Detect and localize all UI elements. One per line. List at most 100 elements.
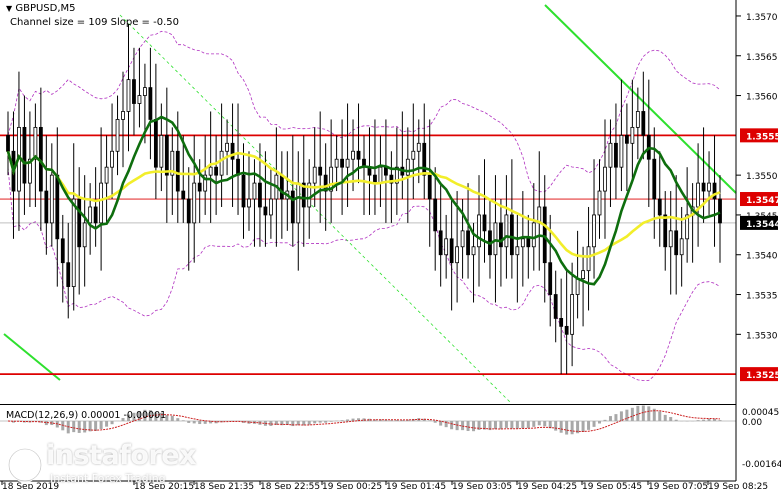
candle-body	[296, 182, 301, 224]
candle-body	[635, 111, 640, 128]
candle-body	[542, 206, 547, 264]
candle-body	[143, 87, 147, 96]
candle-body	[449, 238, 454, 264]
candle-body	[624, 134, 629, 144]
candle-body	[499, 222, 503, 248]
candle-body	[137, 95, 142, 104]
time-tick-label: 18 Sep 21:35	[194, 482, 254, 489]
time-tick-label: 19 Sep 03:05	[452, 482, 512, 489]
candle-body	[504, 214, 509, 248]
candle-body	[214, 166, 219, 176]
candle-body	[279, 174, 284, 200]
support-price-tag: 1.3525	[746, 371, 781, 381]
candle-body	[175, 150, 180, 192]
price-tick-label: 1.3530	[746, 331, 778, 341]
candle-body	[197, 182, 202, 192]
candle-body	[148, 87, 153, 120]
candle-body	[33, 126, 38, 160]
candle-body	[378, 166, 383, 184]
macd-tick-label: 0.00	[742, 418, 762, 428]
candle-body	[679, 238, 684, 256]
candle-body	[49, 174, 54, 224]
candle-body	[701, 182, 706, 192]
channel-info: Channel size = 109 Slope = -0.50	[10, 17, 179, 28]
candle-body	[696, 182, 700, 208]
candle-body	[247, 198, 251, 208]
candle-body	[356, 150, 361, 160]
candle-body	[345, 158, 350, 168]
candle-body	[93, 206, 98, 224]
candle-body	[340, 158, 344, 168]
candle-body	[104, 166, 109, 184]
candle-body	[707, 182, 711, 192]
candle-body	[258, 182, 262, 208]
candle-body	[471, 246, 476, 256]
candle-body	[553, 294, 558, 319]
time-tick-label: 19 Sep 00:25	[322, 482, 382, 489]
macd-tick-label: -0.00164	[742, 460, 781, 470]
candle-body	[586, 246, 591, 272]
candle-body	[614, 142, 618, 168]
candle-body	[411, 150, 416, 160]
macd-axis: 0.000450.00 -0.00164	[742, 408, 781, 470]
candle-body	[225, 142, 229, 152]
candle-body	[82, 222, 87, 248]
candle-body	[126, 79, 131, 112]
candle-body	[455, 246, 460, 264]
candle-body	[619, 134, 624, 168]
candle-body	[405, 158, 410, 176]
resistance-price-tag: 1.3555	[746, 132, 781, 142]
price-tick-label: 1.3570	[746, 13, 778, 23]
current-price-tag: 1.3544	[746, 220, 781, 230]
candle-body	[6, 134, 10, 152]
candle-body	[564, 325, 569, 335]
candle-body	[22, 126, 27, 184]
candle-body	[515, 246, 520, 256]
candle-body	[252, 182, 257, 200]
symbol-text: GBPUSD,M5	[15, 3, 76, 14]
candle-body	[186, 198, 191, 224]
candle-body	[520, 238, 525, 248]
candle-body	[657, 198, 662, 216]
candle-body	[71, 198, 76, 287]
time-tick-label: 19 Sep 07:05	[648, 482, 708, 489]
intermediate-price-tag: 1.3547	[746, 196, 781, 206]
watermark-brand: instaforex	[46, 440, 197, 471]
price-tick-label: 1.3540	[746, 252, 778, 262]
candle-body	[351, 150, 355, 160]
price-axis: 1.35701.35651.35601.35501.35451.35401.35…	[736, 13, 778, 341]
candle-body	[192, 182, 197, 224]
candle-body	[334, 158, 339, 168]
candle-body	[290, 190, 295, 224]
candle-body	[115, 119, 120, 152]
candle-body	[230, 142, 235, 160]
candle-body	[608, 142, 613, 168]
candle-body	[263, 206, 268, 216]
candle-body	[603, 166, 607, 192]
candle-body	[416, 142, 421, 152]
symbol-dropdown-icon[interactable]: ▼	[6, 4, 12, 13]
time-tick-label: 18 Sep 22:55	[260, 482, 320, 489]
candle-body	[121, 111, 125, 120]
instaforex-logo-icon	[7, 447, 43, 483]
time-tick-label: 19 Sep 08:25	[708, 482, 768, 489]
candle-body	[526, 238, 531, 248]
candle-body	[384, 166, 388, 176]
price-tick-label: 1.3535	[746, 292, 778, 302]
candle-body	[570, 294, 575, 335]
candle-body	[88, 206, 93, 224]
candle-body	[110, 150, 114, 168]
candle-body	[477, 214, 481, 248]
candle-body	[77, 198, 82, 248]
price-tick-label: 1.3565	[746, 53, 778, 63]
time-tick-label: 19 Sep 01:45	[386, 482, 446, 489]
time-tick-label: 19 Sep 04:25	[517, 482, 577, 489]
candle-body	[493, 222, 498, 256]
candle-body	[422, 142, 427, 176]
candle-body	[531, 222, 536, 248]
candle-body	[438, 230, 443, 256]
candle-body	[99, 182, 104, 224]
candle-body	[466, 230, 470, 256]
macd-tick-label: 0.00045	[742, 408, 779, 418]
candle-body	[312, 166, 317, 184]
